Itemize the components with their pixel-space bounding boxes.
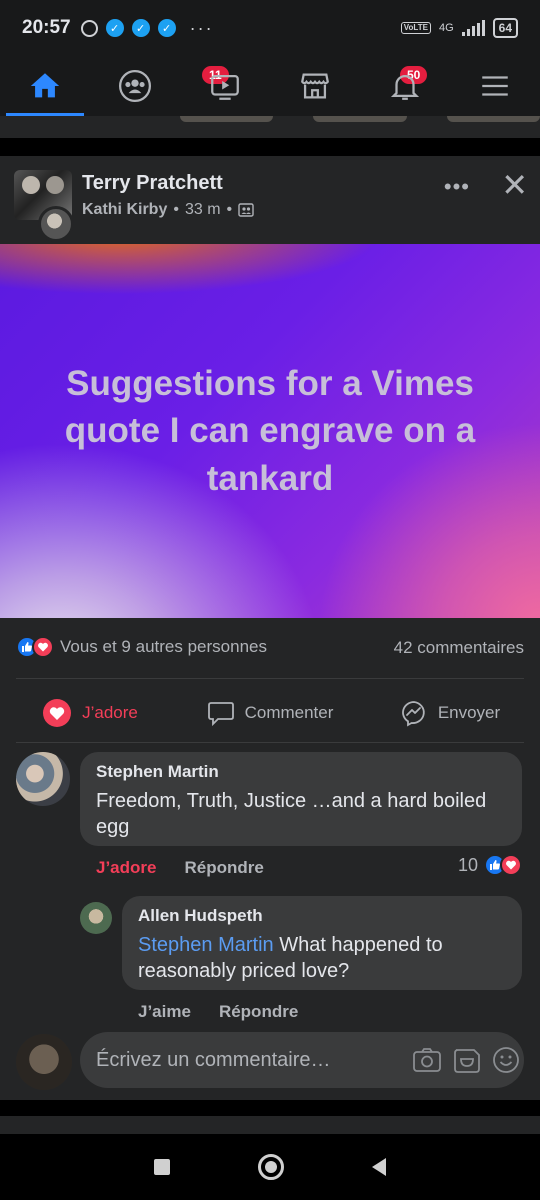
comment-bubble[interactable]: Stephen Martin Freedom, Truth, Justice ……	[80, 752, 522, 846]
tab-watch[interactable]: 50	[180, 56, 430, 116]
back-button[interactable]	[372, 1158, 386, 1176]
group-avatar[interactable]	[14, 170, 76, 242]
twitter-icon: ✓	[157, 19, 176, 37]
tab-marketplace[interactable]	[270, 56, 360, 116]
more-notifications-icon: ···	[189, 17, 214, 38]
sticker-icon[interactable]	[452, 1046, 482, 1074]
send-label: Envoyer	[437, 703, 501, 722]
author-avatar[interactable]	[38, 206, 74, 242]
meta-separator: •	[173, 201, 179, 218]
comment-label: Commenter	[244, 703, 334, 722]
status-time: 20:57	[22, 17, 71, 38]
top-nav: 11 50	[0, 56, 540, 116]
comment-reaction-summary[interactable]: 10	[458, 854, 522, 876]
meta-separator: •	[226, 201, 233, 218]
group-name[interactable]: Terry Pratchett	[82, 172, 254, 195]
network-type: 4G	[438, 22, 454, 34]
home-button[interactable]	[258, 1154, 284, 1180]
bell-icon	[390, 75, 420, 100]
more-options-icon[interactable]: •••	[444, 174, 470, 200]
reply-avatar[interactable]	[80, 902, 112, 934]
commenter-avatar[interactable]	[16, 752, 70, 806]
reaction-summary[interactable]: Vous et 9 autres personnes	[16, 636, 267, 658]
post-actions: J’adore Commenter Envoyer	[0, 684, 540, 742]
recents-button[interactable]	[154, 1159, 170, 1175]
status-bar: 20:57 ✓ ✓ ✓ ··· VoLTE 4G 64	[0, 0, 540, 56]
comment-reaction-count: 10	[457, 854, 478, 875]
love-reaction-icon	[500, 854, 522, 876]
twitter-icon: ✓	[131, 19, 150, 37]
divider	[16, 742, 524, 743]
love-icon	[43, 699, 72, 727]
video-icon	[211, 74, 239, 100]
comment-author[interactable]: Stephen Martin	[96, 762, 506, 782]
reply-bubble[interactable]: Allen Hudspeth Stephen Martin What happe…	[122, 896, 522, 990]
group-privacy-icon	[238, 203, 254, 217]
comment-button[interactable]: Commenter	[180, 684, 360, 742]
reply-actions: J’aime Répondre	[138, 1002, 298, 1022]
previous-post-edge	[0, 116, 540, 138]
post-background: Suggestions for a Vimes quote I can engr…	[0, 244, 540, 618]
home-icon	[30, 73, 60, 98]
divider	[16, 678, 524, 679]
post-header: Terry Pratchett Kathi Kirby • 33 m •	[14, 170, 254, 242]
comment-icon	[207, 702, 234, 727]
post-time[interactable]: 33 m	[185, 201, 221, 219]
battery-icon: 64	[492, 18, 518, 38]
system-nav-bar	[0, 1134, 540, 1200]
reply-reply-button[interactable]: Répondre	[219, 1002, 298, 1022]
messenger-icon	[401, 701, 425, 727]
emoji-icon[interactable]	[492, 1046, 520, 1074]
tab-groups[interactable]: 11	[90, 56, 231, 116]
hamburger-icon	[482, 76, 508, 96]
reply-mention[interactable]: Stephen Martin	[138, 934, 274, 956]
groups-icon	[118, 69, 152, 103]
store-icon	[301, 73, 329, 99]
comment-reply-button[interactable]: Répondre	[184, 858, 263, 878]
close-icon[interactable]: ✕	[501, 166, 528, 204]
send-button[interactable]: Envoyer	[360, 684, 540, 742]
comments-count[interactable]: 42 commentaires	[394, 638, 524, 658]
signal-icon	[461, 20, 485, 36]
reactions-text: Vous et 9 autres personnes	[60, 637, 267, 656]
comment-actions: J’adore Répondre	[96, 858, 264, 878]
tab-home[interactable]	[0, 56, 90, 116]
love-button[interactable]: J’adore	[0, 684, 180, 742]
love-label: J’adore	[82, 703, 138, 722]
post-card: Terry Pratchett Kathi Kirby • 33 m • •••…	[0, 156, 540, 1100]
tab-menu[interactable]	[450, 56, 540, 116]
author-name[interactable]: Kathi Kirby	[82, 201, 167, 219]
comment-text: Freedom, Truth, Justice …and a hard boil…	[96, 790, 487, 838]
twitter-icon: ✓	[105, 19, 124, 37]
love-reaction-icon	[32, 636, 54, 658]
alarm-icon	[80, 19, 98, 37]
volte-icon: VoLTE	[400, 22, 431, 34]
tab-notifications[interactable]	[360, 56, 450, 116]
reply-text: Stephen Martin What happened to reasonab…	[138, 932, 506, 984]
camera-icon[interactable]	[412, 1046, 442, 1074]
next-post-edge	[0, 1116, 540, 1134]
reply-like-button[interactable]: J’aime	[138, 1002, 191, 1022]
post-text: Suggestions for a Vimes quote I can engr…	[64, 364, 476, 498]
reply-author[interactable]: Allen Hudspeth	[138, 906, 506, 926]
comment-love-button[interactable]: J’adore	[96, 858, 156, 878]
comment-composer: Écrivez un commentaire…	[16, 1032, 526, 1092]
my-avatar[interactable]	[16, 1034, 72, 1090]
